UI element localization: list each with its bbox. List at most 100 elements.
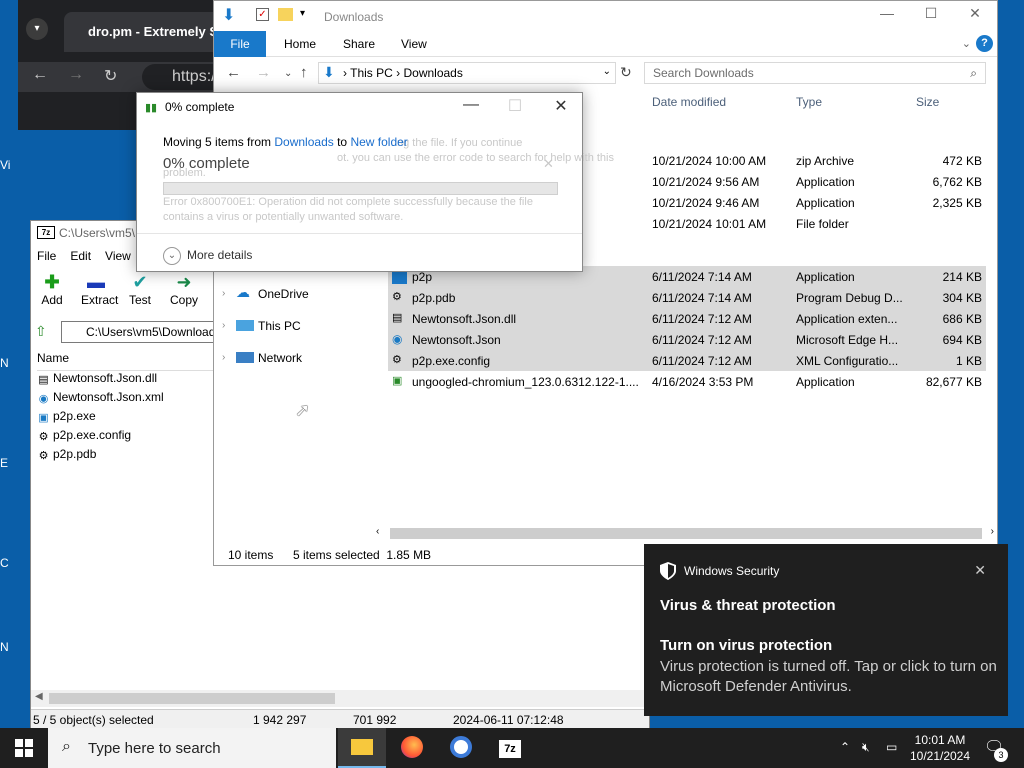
desktop-icon-label[interactable]: N: [0, 356, 22, 370]
taskbar-clock[interactable]: 10:01 AM 10/21/2024: [906, 732, 974, 764]
sevenzip-logo-icon: 7z: [37, 226, 55, 239]
progress-icon: ▮▮: [145, 102, 158, 114]
desktop-icon-label[interactable]: C: [0, 556, 22, 570]
dialog-title: 0% complete: [165, 100, 235, 114]
scrollbar-thumb[interactable]: [390, 528, 982, 539]
notification-count-badge: 3: [994, 748, 1008, 762]
file-explorer-taskbar-icon[interactable]: [338, 728, 386, 768]
address-bar[interactable]: ⬇ › This PC › Downloads ⌄: [318, 62, 616, 84]
scrollbar-thumb[interactable]: [49, 693, 335, 704]
chevron-down-icon: ⌄: [163, 247, 181, 265]
refresh-icon[interactable]: ↻: [620, 64, 632, 81]
explorer-window[interactable]: ⬇ ✓ ▾ Downloads — ☐ ✕ File Home Share Vi…: [213, 0, 998, 566]
nav-item-onedrive[interactable]: › ☁ OneDrive: [214, 281, 384, 313]
add-button[interactable]: ✚ Add: [37, 271, 67, 307]
menu-view[interactable]: View: [105, 249, 131, 263]
table-row[interactable]: ▤ Newtonsoft.Json.dll 6/11/2024 7:12 AM App…: [388, 308, 986, 329]
close-button[interactable]: ✕: [952, 5, 998, 27]
list-item[interactable]: ▣ p2p.exe: [37, 409, 164, 428]
forward-icon[interactable]: →: [68, 66, 84, 84]
copy-button[interactable]: ➜ Copy: [169, 271, 199, 307]
horizontal-scrollbar[interactable]: ◀: [31, 690, 649, 707]
tab-search-icon[interactable]: ▾: [26, 18, 48, 40]
chromium-taskbar-icon[interactable]: [437, 728, 485, 768]
column-name-header[interactable]: Name: [37, 351, 237, 371]
list-item[interactable]: ⚙ p2p.pdb: [37, 447, 164, 466]
table-row[interactable]: ⚙ p2p.exe.config 6/11/2024 7:12 AM XML Conf…: [388, 350, 986, 371]
list-item[interactable]: ⚙ p2p.exe.config: [37, 428, 164, 447]
scroll-left-icon[interactable]: ‹: [376, 526, 379, 537]
search-icon: ⌕: [970, 66, 977, 80]
more-details-button[interactable]: ⌄ More details: [137, 233, 582, 271]
desktop-icon-label[interactable]: N: [0, 640, 22, 654]
list-item[interactable]: ◉ Newtonsoft.Json.xml: [37, 390, 164, 409]
firefox-taskbar-icon[interactable]: [388, 728, 436, 768]
back-icon[interactable]: ←: [32, 66, 48, 84]
status-item-count: 10 items: [228, 548, 274, 562]
close-button[interactable]: ✕: [541, 96, 581, 116]
nav-item-network[interactable]: › Network: [214, 345, 384, 377]
extract-button[interactable]: ▬ Extract: [81, 271, 118, 307]
sevenzip-taskbar-icon[interactable]: 7z: [486, 728, 534, 768]
minimize-button[interactable]: —: [451, 96, 491, 114]
address-dropdown-icon[interactable]: ⌄: [603, 66, 611, 77]
horizontal-scrollbar[interactable]: ‹ ›: [374, 525, 996, 542]
browser-toolbar: ← → ↻ https:/: [18, 62, 242, 92]
customize-chevron-icon[interactable]: ▾: [300, 8, 305, 19]
source-folder-link[interactable]: Downloads: [274, 135, 333, 149]
test-button[interactable]: ✔ Test: [125, 271, 155, 307]
table-row[interactable]: ⚙ p2p.pdb 6/11/2024 7:14 AM Program Debug D…: [388, 287, 986, 308]
minimize-button[interactable]: —: [864, 5, 910, 27]
file-operation-dialog[interactable]: ▮▮ 0% complete — ☐ ✕ ng the file. If you…: [136, 92, 614, 272]
toast-heading: Virus & threat protection: [660, 597, 836, 614]
desktop-icon-label[interactable]: E: [0, 456, 22, 470]
table-row[interactable]: ◉ Newtonsoft.Json 6/11/2024 7:12 AM Microso…: [388, 329, 986, 350]
forward-icon[interactable]: →: [256, 64, 271, 81]
help-icon[interactable]: ?: [976, 35, 993, 52]
list-item[interactable]: ▤ Newtonsoft.Json.dll: [37, 371, 164, 390]
tab-share[interactable]: Share: [343, 37, 375, 51]
expand-ribbon-icon[interactable]: ⌄: [962, 37, 971, 50]
clock-date: 10/21/2024: [909, 749, 971, 763]
new-folder-icon[interactable]: [278, 8, 293, 21]
breadcrumb-this-pc[interactable]: This PC: [350, 66, 393, 80]
back-icon[interactable]: ←: [226, 64, 241, 81]
column-date-header[interactable]: Date modified: [652, 95, 726, 115]
dll-file-icon: ▤: [392, 312, 403, 324]
tab-home[interactable]: Home: [284, 37, 316, 51]
scroll-left-icon[interactable]: ◀: [35, 691, 43, 702]
taskbar-search-input[interactable]: ⌕ Type here to search: [48, 728, 336, 768]
windows-security-toast[interactable]: Windows Security ✕ Virus & threat protec…: [644, 544, 1008, 716]
menu-file[interactable]: File: [37, 249, 56, 263]
menu-edit[interactable]: Edit: [70, 249, 91, 263]
reload-icon[interactable]: ↻: [104, 66, 117, 86]
search-input[interactable]: Search Downloads ⌕: [644, 62, 986, 84]
start-button[interactable]: [0, 728, 48, 768]
show-hidden-icons-icon[interactable]: ⌃: [840, 740, 850, 754]
maximize-button[interactable]: ☐: [908, 5, 954, 27]
close-icon[interactable]: ✕: [974, 562, 986, 579]
column-size-header[interactable]: Size: [916, 95, 939, 115]
network-icon[interactable]: ▭: [886, 740, 897, 754]
up-icon[interactable]: ↑: [300, 64, 308, 81]
expand-chevron-icon[interactable]: ›: [222, 288, 225, 299]
edge-icon: ◉: [38, 393, 49, 405]
destination-folder-link[interactable]: New folder: [350, 135, 407, 149]
sevenzip-logo-icon: 7z: [499, 740, 521, 758]
folder-up-icon[interactable]: ⇧: [35, 323, 53, 341]
expand-chevron-icon[interactable]: ›: [222, 320, 225, 331]
volume-muted-icon[interactable]: 🔇︎: [862, 740, 870, 755]
shield-icon: [660, 562, 676, 580]
expand-chevron-icon[interactable]: ›: [222, 352, 225, 363]
nav-item-this-pc[interactable]: › This PC: [214, 313, 384, 345]
breadcrumb-downloads[interactable]: Downloads: [403, 66, 462, 80]
tab-file[interactable]: File: [214, 31, 266, 57]
desktop-icon-label[interactable]: Vi: [0, 158, 22, 172]
table-row[interactable]: ▣ ungoogled-chromium_123.0.6312.122-1....…: [388, 371, 986, 392]
properties-icon[interactable]: ✓: [256, 8, 269, 21]
tab-view[interactable]: View: [401, 37, 427, 51]
recent-locations-icon[interactable]: ⌄: [284, 68, 292, 79]
test-icon: ✔: [132, 272, 148, 292]
column-type-header[interactable]: Type: [796, 95, 822, 115]
scroll-right-icon[interactable]: ›: [991, 526, 994, 537]
